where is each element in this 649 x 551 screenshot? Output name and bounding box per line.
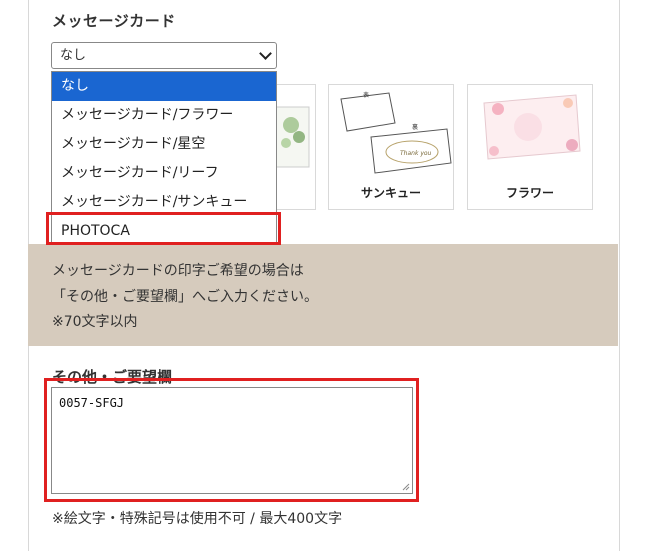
note-line-1: メッセージカードの印字ご希望の場合は [52, 263, 304, 279]
option-starry[interactable]: メッセージカード/星空 [52, 130, 276, 159]
chevron-down-icon [259, 47, 272, 60]
note-line-3: ※70文字以内 [52, 314, 138, 330]
select-value: なし [60, 48, 87, 63]
card-script-text: Thank you [400, 150, 432, 157]
message-card-select[interactable]: なし [51, 42, 277, 69]
card-label: フラワー [505, 186, 554, 200]
thankyou-card-image: 表 裏 Thank you [340, 91, 452, 174]
flower-card-image [483, 94, 581, 160]
card-thankyou[interactable]: 表 裏 Thank you サンキュー [328, 84, 454, 210]
note-line-2: 「その他・ご要望欄」へご入力ください。 [52, 289, 318, 305]
card-front-mark: 表 [363, 91, 369, 99]
photoca-highlight [46, 212, 281, 245]
remarks-help: ※絵文字・特殊記号は使用不可 / 最大400文字 [52, 511, 343, 527]
option-none[interactable]: なし [52, 72, 276, 101]
option-leaf[interactable]: メッセージカード/リーフ [52, 159, 276, 188]
card-label: サンキュー [360, 186, 421, 200]
remarks-highlight [44, 378, 419, 502]
card-flower[interactable]: フラワー [467, 84, 593, 210]
card-back-mark: 裏 [412, 123, 418, 131]
section-title: メッセージカード [52, 12, 176, 30]
option-flower[interactable]: メッセージカード/フラワー [52, 101, 276, 130]
